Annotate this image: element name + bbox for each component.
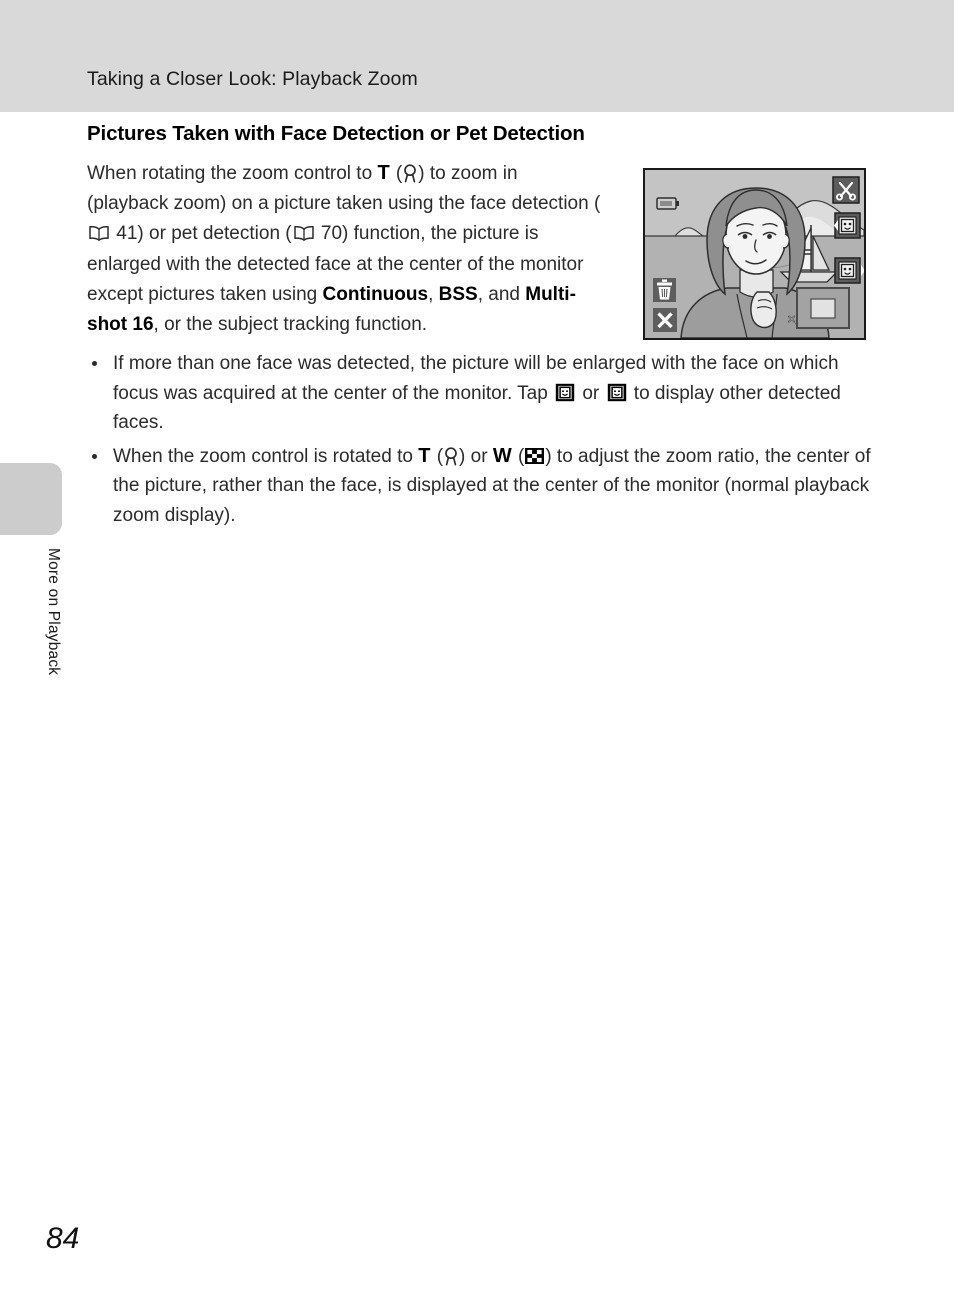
running-header-title: Taking a Closer Look: Playback Zoom [87, 68, 418, 90]
bullet1-text-2: or [577, 382, 605, 404]
monitor-screen: ×2.0 [645, 170, 864, 338]
section-heading: Pictures Taken with Face Detection or Pe… [87, 122, 585, 145]
intro-text-1: When rotating the zoom control to [87, 163, 378, 184]
intro-text-2: ( [390, 163, 403, 184]
bullet-item-zoom-ratio: When the zoom control is rotated to T ()… [87, 442, 873, 531]
intro-text-8: , or the subject tracking function. [153, 314, 428, 336]
previous-face-icon[interactable] [834, 212, 861, 239]
intro-paragraph: When rotating the zoom control to T () t… [87, 158, 603, 340]
notes-bullet-list: If more than one face was detected, the … [87, 349, 873, 530]
zoom-lever-t-label: T [377, 162, 390, 184]
intro-ref-41: 41 [111, 223, 138, 245]
intro-text-6: , [428, 283, 439, 305]
bullet2-text-1: When the zoom control is rotated to [113, 445, 419, 467]
trash-icon[interactable] [653, 278, 676, 302]
intro-ref-70: 70 [315, 223, 343, 245]
close-x-icon[interactable] [653, 308, 677, 332]
page-reference-book-icon [293, 221, 315, 242]
magnifier-tele-icon [402, 163, 418, 183]
page-reference-book-icon [88, 221, 110, 242]
bullet2-text-2: ( [431, 445, 444, 467]
chapter-tab-label: More on Playback [45, 548, 62, 676]
chapter-tab-marker [0, 463, 62, 535]
bullet-item-multiple-faces: If more than one face was detected, the … [87, 349, 873, 438]
page-number: 84 [46, 1222, 80, 1255]
battery-icon [656, 197, 679, 210]
running-header-band: Taking a Closer Look: Playback Zoom [0, 0, 954, 112]
next-face-icon[interactable] [834, 257, 864, 284]
mode-bss: BSS [438, 283, 478, 305]
mode-continuous: Continuous [322, 283, 429, 305]
thumbnail-wide-icon [525, 444, 545, 464]
zoom-lever-t-label: T [418, 444, 431, 467]
previous-face-icon [555, 382, 575, 401]
bullet-dot [92, 453, 97, 459]
intro-text-4: ) or pet detection ( [137, 223, 292, 245]
playback-zoom-monitor-illustration: ×2.0 [643, 168, 866, 340]
bullet-dot [92, 361, 97, 367]
scissors-crop-icon[interactable] [832, 176, 860, 204]
zoom-lever-w-label: W [492, 444, 512, 467]
magnifier-tele-icon [443, 446, 459, 466]
intro-text-7: , and [477, 283, 526, 305]
bullet2-text-3: ) or [459, 445, 493, 467]
bullet2-text-4: ( [512, 445, 525, 467]
next-face-icon [607, 382, 627, 401]
navigation-thumbnail-box[interactable] [796, 287, 850, 329]
